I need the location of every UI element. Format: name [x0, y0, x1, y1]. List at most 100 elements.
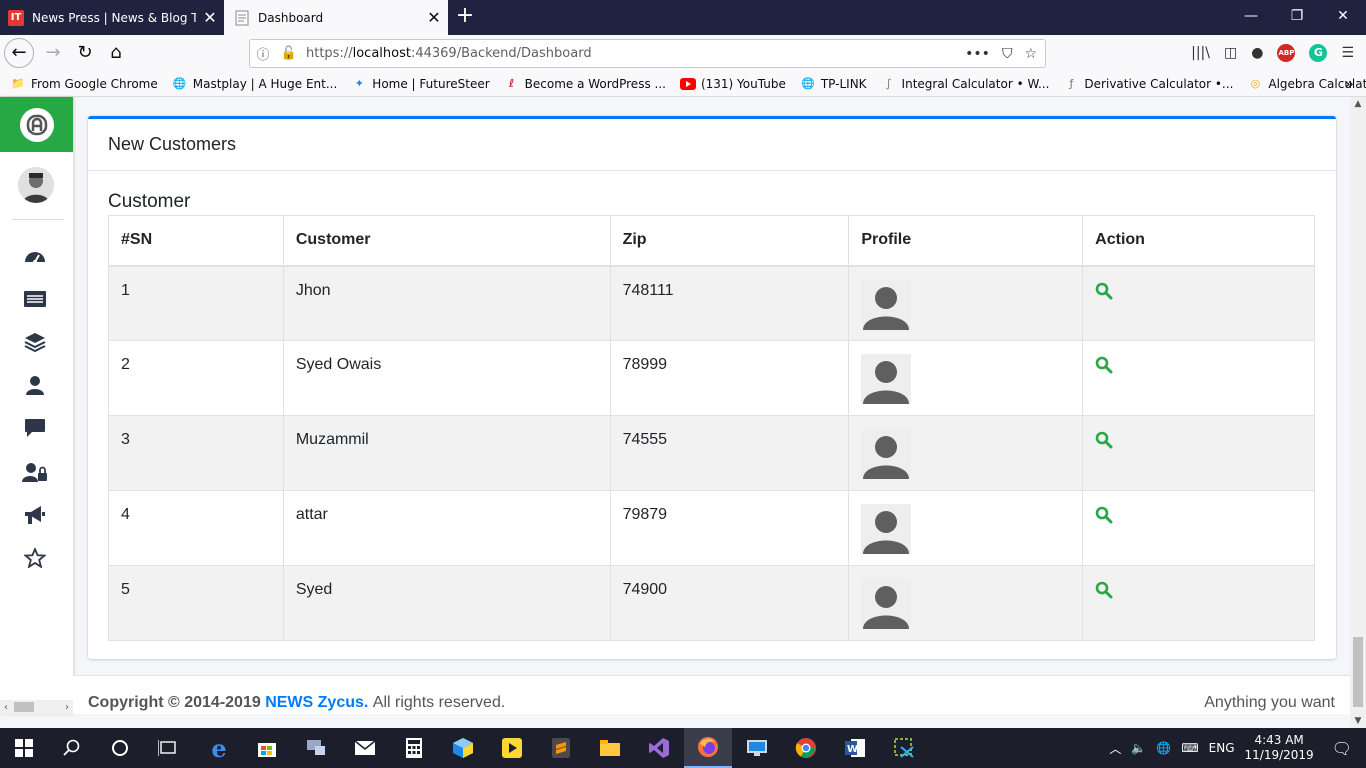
cell-customer: Jhon — [282, 265, 611, 341]
account-icon[interactable]: ● — [1251, 45, 1263, 61]
scrollbar-thumb[interactable] — [14, 702, 34, 712]
footer-right-text: Anything you want — [1204, 694, 1335, 711]
bookmark-item[interactable]: ℓ Become a WordPress ... — [504, 76, 666, 92]
table-header-row: #SN Customer Zip Profile Action — [108, 215, 1315, 267]
cell-action — [1082, 415, 1315, 491]
bookmark-item[interactable]: ✦ Home | FutureSteer — [351, 76, 490, 92]
horizontal-scrollbar[interactable]: ‹ › — [0, 700, 73, 714]
page-actions-icon[interactable]: ••• — [965, 46, 990, 62]
volume-icon[interactable]: 🔈 — [1131, 741, 1146, 755]
grammarly-icon[interactable]: G — [1309, 44, 1328, 62]
media-player-icon[interactable] — [488, 728, 536, 768]
vertical-scrollbar[interactable]: ▲ ▼ — [1350, 97, 1366, 728]
search-icon[interactable] — [1095, 431, 1113, 449]
comment-icon[interactable] — [22, 417, 48, 439]
word-icon[interactable]: W — [831, 728, 879, 768]
avatar[interactable] — [18, 167, 54, 203]
language-indicator[interactable]: ENG — [1209, 741, 1235, 755]
bookmark-item[interactable]: (131) YouTube — [679, 76, 786, 92]
chevron-down-icon[interactable]: ▼ — [1350, 716, 1366, 726]
store-icon[interactable] — [243, 728, 291, 768]
edge-icon[interactable]: e — [195, 728, 243, 768]
calculator-icon: ∫ — [885, 77, 892, 90]
keyboard-icon[interactable]: ⌨ — [1181, 741, 1198, 755]
search-icon[interactable] — [1095, 356, 1113, 374]
chevron-right-icon[interactable]: › — [65, 702, 69, 713]
user-icon[interactable] — [22, 374, 48, 396]
chevron-left-icon[interactable]: ‹ — [4, 702, 8, 713]
tab-title: News Press | News & Blog Tem — [32, 10, 196, 25]
close-icon[interactable]: ✕ — [196, 8, 224, 27]
pocket-icon[interactable]: ⛉ — [1002, 46, 1013, 62]
maximize-button[interactable]: ❐ — [1274, 0, 1320, 35]
bookmark-star-icon[interactable]: ☆ — [1024, 46, 1037, 62]
search-icon[interactable] — [48, 728, 96, 768]
url-host: localhost — [352, 46, 411, 61]
network-computer-icon[interactable] — [292, 728, 340, 768]
bookmark-item[interactable]: 🌐 TP-LINK — [800, 76, 867, 92]
url-text[interactable]: https://localhost:44369/Backend/Dashboar… — [302, 46, 965, 61]
cell-action — [1082, 490, 1315, 566]
bullhorn-icon[interactable] — [22, 504, 48, 526]
task-view-icon[interactable] — [144, 728, 192, 768]
back-button[interactable]: ← — [4, 38, 34, 68]
firefox-icon[interactable] — [684, 728, 732, 768]
lock-warning-icon[interactable]: 🔓 — [276, 46, 302, 61]
clock[interactable]: 4:43 AM 11/19/2019 — [1245, 733, 1314, 763]
menu-icon[interactable]: ☰ — [1341, 45, 1354, 61]
chevron-up-icon[interactable]: ︿ — [1109, 740, 1121, 757]
youtube-icon — [679, 76, 696, 92]
cell-profile — [848, 415, 1084, 491]
star-icon[interactable] — [22, 547, 48, 569]
tab-news-press[interactable]: IT News Press | News & Blog Tem ✕ — [0, 0, 224, 35]
sublime-text-icon[interactable] — [537, 728, 585, 768]
start-button[interactable] — [0, 728, 48, 768]
forward-button[interactable]: → — [38, 39, 68, 67]
minimize-button[interactable]: — — [1228, 0, 1274, 35]
chevron-right-icon[interactable]: » — [1344, 74, 1354, 93]
tab-dashboard[interactable]: Dashboard ✕ — [224, 0, 448, 35]
cell-sn: 2 — [108, 340, 284, 416]
search-icon[interactable] — [1095, 581, 1113, 599]
virtualbox-icon[interactable] — [439, 728, 487, 768]
bookmark-item[interactable]: 🌐 Mastplay | A Huge Ent... — [172, 76, 337, 92]
svg-text:W: W — [847, 744, 858, 755]
bookmark-label: Become a WordPress ... — [524, 76, 666, 91]
file-explorer-icon[interactable] — [586, 728, 634, 768]
url-bar[interactable]: ⓘ 🔓 https://localhost:44369/Backend/Dash… — [249, 39, 1046, 68]
notifications-icon[interactable]: 🗨 — [1332, 739, 1352, 758]
brand-logo[interactable] — [0, 97, 73, 152]
remote-desktop-icon[interactable] — [733, 728, 781, 768]
bookmark-item[interactable]: 📁 From Google Chrome — [10, 76, 158, 92]
sidebar-icon[interactable]: ◫ — [1224, 45, 1237, 61]
system-tray: ︿ 🔈 🌐 ⌨ ENG 4:43 AM 11/19/2019 🗨 — [1109, 728, 1366, 768]
bookmark-item[interactable]: ∫ Integral Calculator • W... — [881, 76, 1050, 92]
search-icon[interactable] — [1095, 282, 1113, 300]
home-button[interactable]: ⌂ — [101, 39, 131, 67]
user-lock-icon[interactable] — [22, 461, 48, 483]
bookmark-item[interactable]: ƒ Derivative Calculator •... — [1063, 76, 1233, 92]
library-icon[interactable]: |||\ — [1191, 45, 1210, 61]
chevron-up-icon[interactable]: ▲ — [1350, 99, 1366, 109]
new-tab-button[interactable]: + — [452, 4, 478, 30]
mail-icon[interactable] — [341, 728, 389, 768]
layers-icon[interactable] — [22, 331, 48, 353]
calculator-icon[interactable] — [390, 728, 438, 768]
list-icon[interactable] — [22, 288, 48, 310]
snipping-tool-icon[interactable] — [880, 728, 928, 768]
reload-button[interactable]: ↻ — [70, 39, 100, 67]
cortana-icon[interactable] — [96, 728, 144, 768]
search-icon[interactable] — [1095, 506, 1113, 524]
adblock-plus-icon[interactable]: ABP — [1277, 44, 1296, 62]
cell-sn: 5 — [108, 565, 284, 641]
tachometer-icon[interactable] — [22, 245, 48, 267]
brand-link[interactable]: NEWS Zycus. — [265, 694, 368, 711]
visual-studio-icon[interactable] — [635, 728, 683, 768]
scrollbar-thumb[interactable] — [1353, 637, 1363, 707]
close-window-button[interactable]: ✕ — [1320, 0, 1366, 35]
close-icon[interactable]: ✕ — [420, 8, 448, 27]
profile-placeholder-icon — [861, 354, 912, 404]
network-icon[interactable]: 🌐 — [1156, 741, 1171, 755]
info-icon[interactable]: ⓘ — [250, 44, 276, 63]
chrome-icon[interactable] — [782, 728, 830, 768]
